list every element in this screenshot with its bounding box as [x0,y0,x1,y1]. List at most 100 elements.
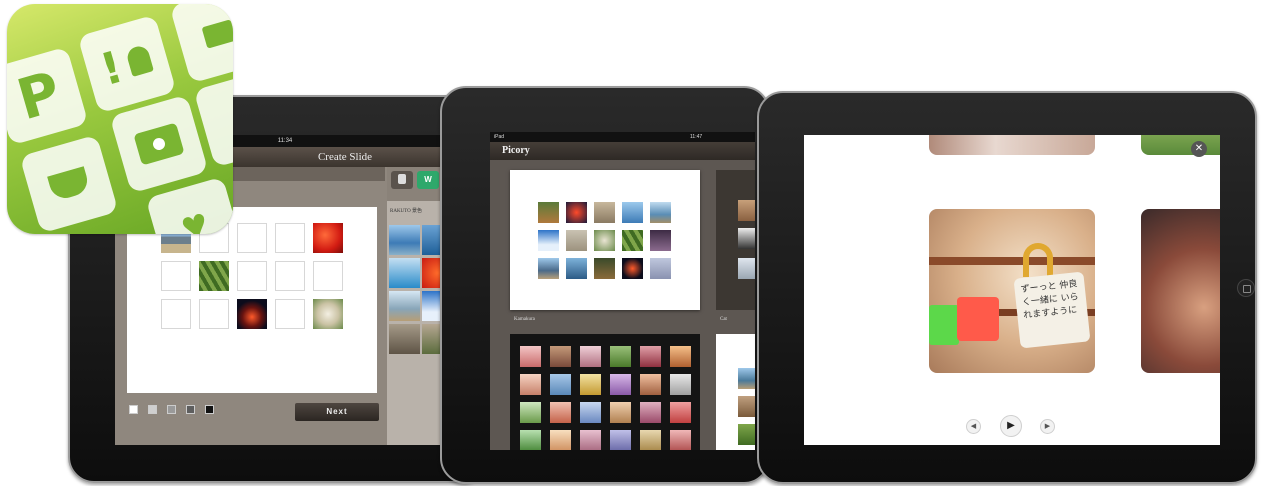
slide-photo-red-leaves[interactable] [313,223,343,253]
color-swatch-black[interactable] [205,405,214,414]
slide-photo-green-field[interactable] [199,261,229,291]
tile-camera [109,94,209,194]
status-bar: iPad 11:47 [490,132,755,142]
green-padlock [929,305,959,345]
album-thumb [640,430,661,450]
album-thumb [622,258,643,279]
status-clock: 11:47 [690,134,703,140]
slide-empty-cell[interactable] [237,223,267,253]
album-thumb [650,202,671,223]
slide-photo-top[interactable] [929,135,1095,155]
album-thumb [738,368,755,389]
slide-empty-cell[interactable] [161,261,191,291]
album-thumb [550,430,571,450]
status-device: iPad [494,134,505,140]
album-thumb [738,424,755,445]
nav-bar: Picory [490,142,755,160]
album-thumb [670,402,691,423]
album-thumb [566,230,587,251]
webalbum-tab[interactable]: W [417,171,439,189]
color-swatch-dark-gray[interactable] [186,405,195,414]
close-icon[interactable]: ✕ [1191,141,1207,157]
album-thumb [610,402,631,423]
picory-screen: iPad 11:47 Picory Kamakura Cat [490,132,755,450]
status-clock: 11:34 [277,138,293,144]
slide-empty-cell[interactable] [275,223,305,253]
album-thumb [610,430,631,450]
album-thumb [640,374,661,395]
slide-empty-cell[interactable] [275,299,305,329]
ipad-slideshow: ✕ ずーっと 仲良く一緒に いられますように ◀ ▶ ▶ [757,91,1257,484]
camera-icon [133,122,185,166]
previous-button[interactable]: ◀ [966,419,981,434]
album-thumb [566,258,587,279]
album-card-cat[interactable] [716,170,755,310]
red-padlock [957,297,999,341]
album-card-dark[interactable] [510,334,700,450]
album-thumb [594,258,615,279]
play-button[interactable]: ▶ [1000,415,1022,437]
album-thumb [610,374,631,395]
ipad-picory: iPad 11:47 Picory Kamakura Cat [440,86,770,484]
album-label: Kamakura [514,317,535,322]
album-thumb [650,258,671,279]
album-thumb [550,346,571,367]
album-thumb [622,230,643,251]
slide-empty-cell[interactable] [199,299,229,329]
album-thumb [550,374,571,395]
home-button[interactable] [1237,279,1255,297]
camera-roll-tab[interactable] [391,171,413,189]
color-swatch-light-gray[interactable] [148,405,157,414]
album-card-kamakura[interactable] [510,170,700,310]
album-card-partial[interactable] [716,334,755,450]
slide-photo-top-right[interactable] [1141,135,1220,155]
album-name: RAKUTO 景色 [390,209,422,214]
tile-letter: P [7,46,89,146]
source-thumb[interactable] [389,225,420,255]
exclamation-icon: ! [94,41,129,96]
album-thumb [520,402,541,423]
slide-empty-cell[interactable] [275,261,305,291]
slide-photo-flowers[interactable] [313,299,343,329]
page-title: Create Slide [317,151,373,163]
album-thumb [520,346,541,367]
next-slide-button[interactable]: ▶ [1040,419,1055,434]
album-label: Cat [720,317,727,322]
album-thumb [622,202,643,223]
color-swatch-gray[interactable] [167,405,176,414]
padlock-shackle [1023,243,1053,277]
bag-icon [201,19,233,49]
album-thumb [538,258,559,279]
album-thumb [610,346,631,367]
album-thumb [550,402,571,423]
slideshow-screen: ✕ ずーっと 仲良く一緒に いられますように ◀ ▶ ▶ [804,135,1220,445]
slide-empty-cell[interactable] [237,261,267,291]
album-thumb [580,402,601,423]
webalbum-icon: W [424,175,432,184]
album-thumb [650,230,671,251]
album-thumb [670,346,691,367]
slide-canvas[interactable] [127,207,377,393]
slide-photo-right[interactable] [1141,209,1220,373]
slide-empty-cell[interactable] [313,261,343,291]
source-thumb[interactable] [389,324,420,354]
slide-empty-cell[interactable] [161,299,191,329]
camera-roll-icon [398,174,406,184]
slide-photo-fireworks[interactable] [237,299,267,329]
camera-lens [146,131,172,157]
source-thumb[interactable] [389,258,420,288]
app-title: Picory [502,145,530,156]
tile-cup [19,134,119,234]
color-swatch-white[interactable] [129,405,138,414]
slide-photo-padlocks[interactable]: ずーっと 仲良く一緒に いられますように [929,209,1095,373]
album-thumb [580,430,601,450]
padlock-sign: ずーっと 仲良く一緒に いられますように [1013,271,1091,349]
album-thumb [738,396,755,417]
next-button[interactable]: Next [295,403,379,421]
source-thumb[interactable] [389,291,420,321]
album-thumb [594,202,615,223]
album-thumb [538,230,559,251]
album-thumb [670,430,691,450]
album-thumb [520,430,541,450]
tile-exclaim: ! [77,14,177,114]
